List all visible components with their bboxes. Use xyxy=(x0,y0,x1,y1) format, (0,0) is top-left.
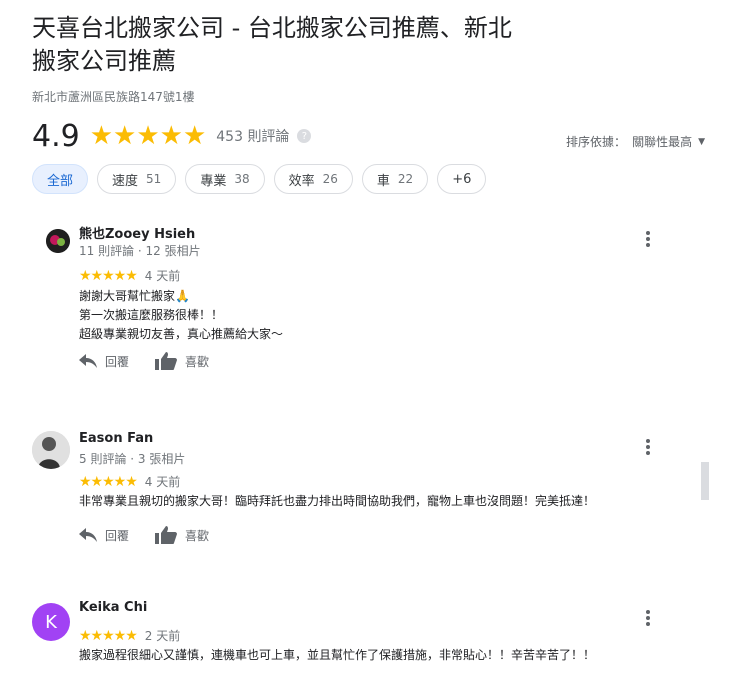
sort-label: 排序依據： xyxy=(566,135,627,149)
review-actions: 回覆 喜歡 xyxy=(79,352,235,370)
like-button[interactable]: 喜歡 xyxy=(155,352,209,370)
review-card: K Keika Chi ★★★★★ 2 天前 搬家過程很細心又謹慎，連機車也可上… xyxy=(32,600,672,670)
business-title: 天喜台北搬家公司 - 台北搬家公司推薦、新北搬家公司推薦 xyxy=(32,14,512,75)
review-rating: ★★★★★ 4 天前 xyxy=(79,473,180,490)
review-card: Eason Fan 5 則評論 · 3 張相片 ★★★★★ 4 天前 非常專業且… xyxy=(32,431,672,551)
chip-professional[interactable]: 專業 38 xyxy=(185,164,265,194)
chip-all[interactable]: 全部 xyxy=(32,164,89,194)
more-options-icon[interactable] xyxy=(644,610,652,626)
chip-count: 51 xyxy=(146,172,162,186)
review-stars: ★★★★★ xyxy=(79,267,138,284)
review-rating: ★★★★★ 4 天前 xyxy=(79,267,180,284)
avatar[interactable]: K xyxy=(32,603,70,641)
chevron-down-icon: ▼ xyxy=(698,136,705,147)
rating-stars: ★★★★★ xyxy=(89,121,207,151)
like-button[interactable]: 喜歡 xyxy=(155,526,209,544)
review-time: 2 天前 xyxy=(144,629,181,643)
review-stars: ★★★★★ xyxy=(79,473,138,490)
chip-more[interactable]: +6 xyxy=(437,164,487,194)
chip-label: 全部 xyxy=(47,173,74,189)
reply-icon xyxy=(79,354,97,368)
help-icon[interactable]: ? xyxy=(297,129,312,143)
review-stars: ★★★★★ xyxy=(79,627,138,644)
review-text: 非常專業且親切的搬家大哥！臨時拜託也盡力排出時間協助我們，寵物上車也沒問題！完美… xyxy=(79,494,596,508)
reviewer-meta[interactable]: 5 則評論 · 3 張相片 xyxy=(79,450,185,467)
reviewer-name[interactable]: 熊也Zooey Hsieh xyxy=(79,223,195,242)
average-rating: 4.9 xyxy=(32,118,80,154)
business-address: 新北市蘆洲區民族路147號1樓 xyxy=(32,90,195,104)
chip-label: 效率 xyxy=(288,173,315,189)
reviewer-name[interactable]: Keika Chi xyxy=(79,600,147,615)
avatar[interactable] xyxy=(32,431,70,469)
sort-value: 關聯性最高 xyxy=(632,135,693,149)
chip-count: 22 xyxy=(397,172,414,186)
chip-speed[interactable]: 速度 51 xyxy=(97,164,177,194)
review-time: 4 天前 xyxy=(144,475,181,489)
chip-vehicle[interactable]: 車 22 xyxy=(361,164,429,194)
chip-label: 速度 xyxy=(112,173,139,189)
reply-label: 回覆 xyxy=(105,528,130,543)
reply-label: 回覆 xyxy=(105,354,130,369)
like-label: 喜歡 xyxy=(185,528,210,543)
more-options-icon[interactable] xyxy=(644,439,652,455)
reviewer-meta[interactable]: 11 則評論 · 12 張相片 xyxy=(79,242,201,259)
avatar[interactable] xyxy=(46,229,70,253)
review-time: 4 天前 xyxy=(144,269,181,283)
chip-label: 車 xyxy=(376,173,390,189)
more-options-icon[interactable] xyxy=(644,231,652,247)
reply-icon xyxy=(79,528,97,542)
reply-button[interactable]: 回覆 xyxy=(79,353,129,370)
review-text: 搬家過程很細心又謹慎，連機車也可上車，並且幫忙作了保護措施，非常貼心！！辛苦辛苦… xyxy=(79,648,596,662)
review-actions: 回覆 喜歡 xyxy=(79,526,235,544)
reviewer-name[interactable]: Eason Fan xyxy=(79,431,153,446)
avatar-image xyxy=(32,431,70,469)
chip-count: 26 xyxy=(322,172,338,186)
chip-label: +6 xyxy=(452,171,472,187)
rating-summary: 4.9 ★★★★★ 453 則評論 ? xyxy=(32,118,312,154)
scrollbar-thumb[interactable] xyxy=(701,462,709,500)
avatar-image xyxy=(46,229,70,253)
review-text: 謝謝大哥幫忙搬家🙏 第一次搬這麼服務很棒！！ 超級專業親切友善，真心推薦給大家～ xyxy=(79,289,284,341)
sort-dropdown[interactable]: 排序依據： 關聯性最高 ▼ xyxy=(566,133,705,150)
thumbs-up-icon xyxy=(155,352,178,370)
reply-button[interactable]: 回覆 xyxy=(79,527,129,544)
chip-label: 專業 xyxy=(200,173,227,189)
review-rating: ★★★★★ 2 天前 xyxy=(79,627,180,644)
review-count[interactable]: 453 則評論 xyxy=(216,126,289,146)
like-label: 喜歡 xyxy=(185,354,210,369)
topic-filter-chips: 全部 速度 51 專業 38 效率 26 車 22 +6 xyxy=(32,164,495,194)
chip-efficiency[interactable]: 效率 26 xyxy=(273,164,353,194)
review-card: 熊也Zooey Hsieh 11 則評論 · 12 張相片 ★★★★★ 4 天前… xyxy=(32,223,672,373)
thumbs-up-icon xyxy=(155,526,178,544)
chip-count: 38 xyxy=(234,172,250,186)
